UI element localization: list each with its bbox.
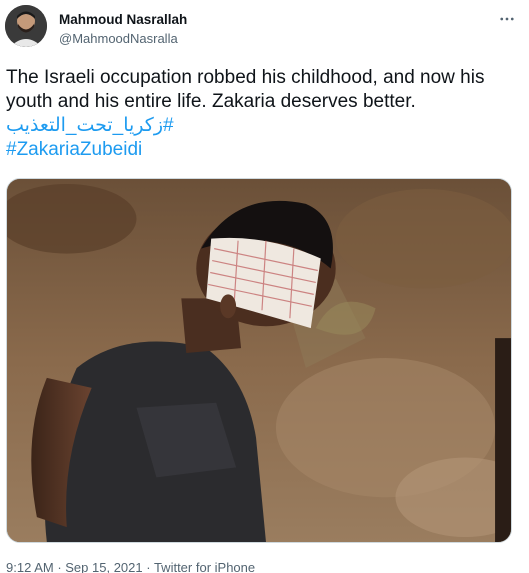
author-display-name[interactable]: Mahmoud Nasrallah	[59, 11, 187, 28]
tweet-text: The Israeli occupation robbed his childh…	[6, 66, 521, 162]
more-options-button[interactable]	[495, 7, 519, 31]
tweet-source[interactable]: Twitter for iPhone	[154, 560, 255, 573]
meta-separator: ·	[53, 560, 66, 573]
avatar-image	[5, 5, 47, 47]
tweet-body: The Israeli occupation robbed his childh…	[6, 67, 485, 112]
more-horizontal-icon	[500, 17, 514, 21]
tweet-meta: 9:12 AM · Sep 15, 2021 · Twitter for iPh…	[6, 560, 255, 573]
author-names: Mahmoud Nasrallah @MahmoodNasralla	[59, 11, 187, 47]
hashtag-arabic[interactable]: #زكريا_تحت_التعذيب	[6, 114, 521, 138]
tweet-time[interactable]: 9:12 AM	[6, 560, 54, 573]
tweet-header: Mahmoud Nasrallah @MahmoodNasralla	[5, 5, 519, 53]
hashtag-zakaria-zubeidi[interactable]: #ZakariaZubeidi	[6, 138, 521, 162]
tweet-photo[interactable]	[6, 178, 512, 543]
tweet-date[interactable]: Sep 15, 2021	[65, 560, 142, 573]
meta-separator: ·	[142, 560, 154, 573]
author-handle[interactable]: @MahmoodNasralla	[59, 30, 187, 47]
photo-image	[7, 179, 511, 542]
tweet-card: Mahmoud Nasrallah @MahmoodNasralla The I…	[0, 0, 529, 573]
avatar[interactable]	[5, 5, 47, 47]
